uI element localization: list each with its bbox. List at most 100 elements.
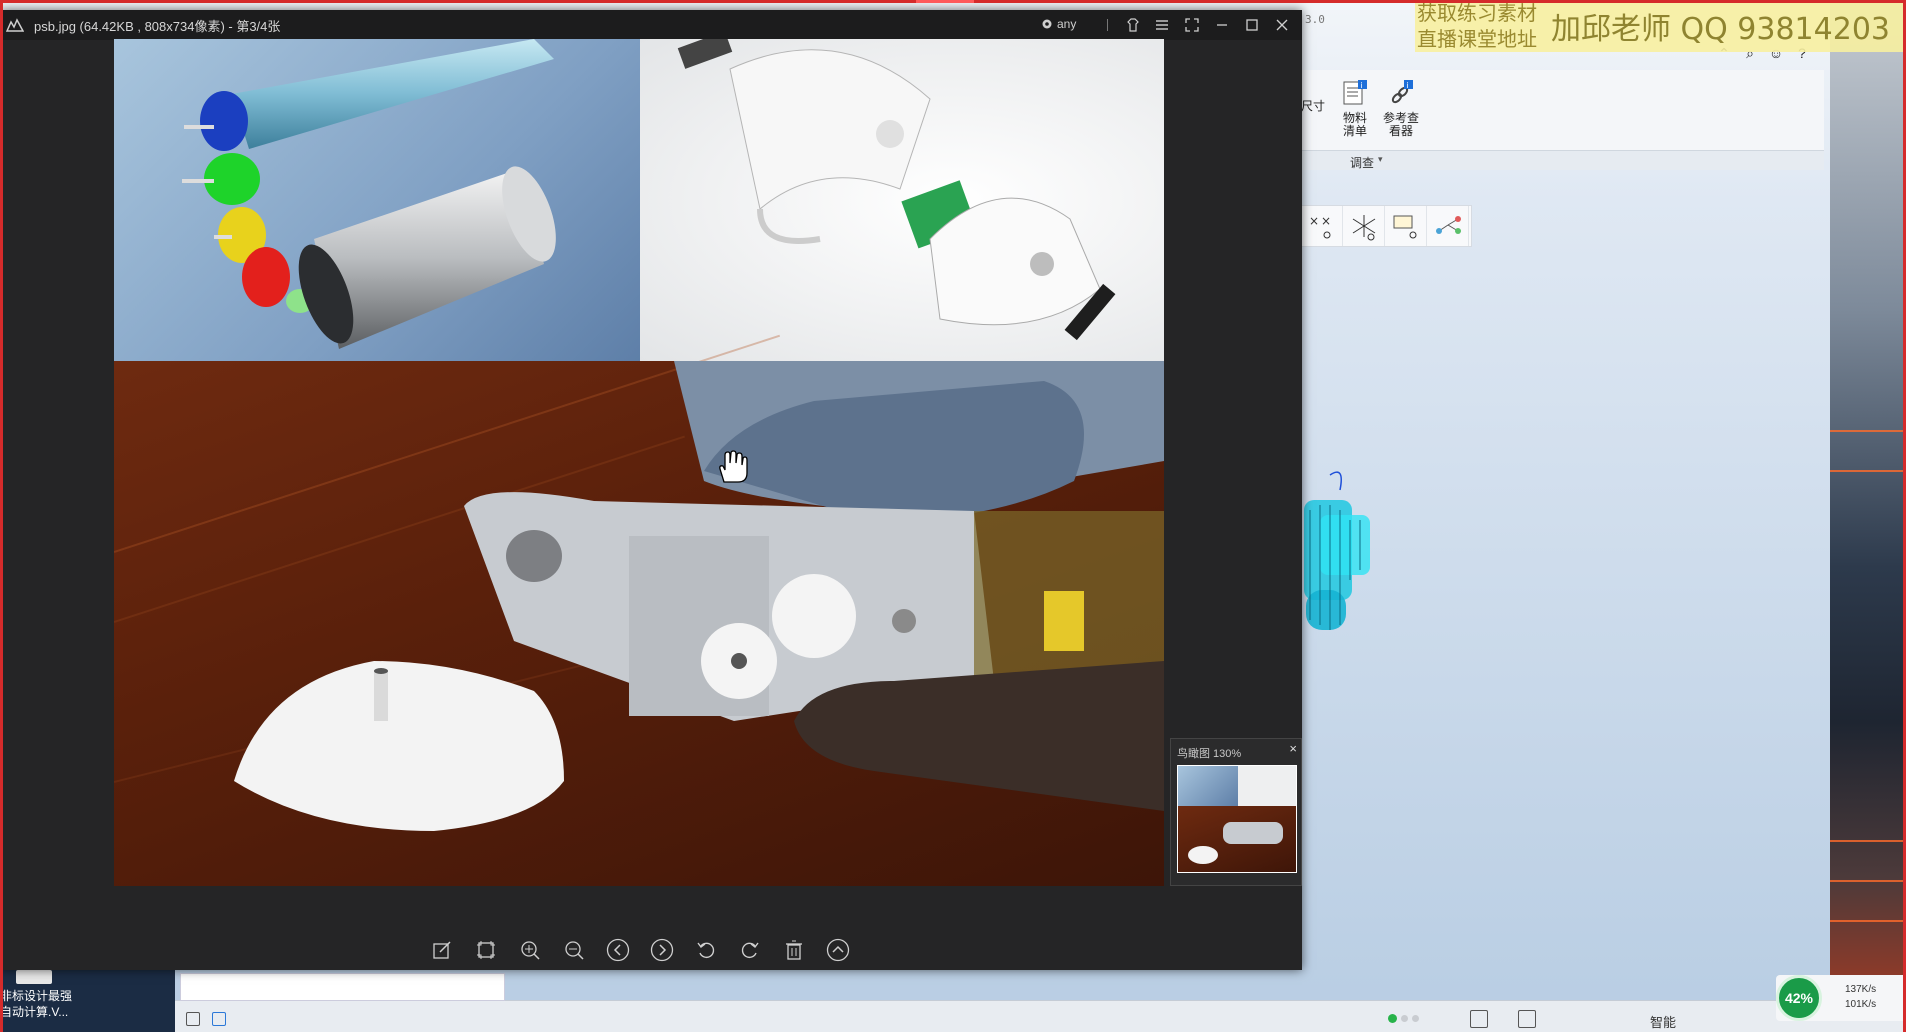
cad-tree-panel <box>180 973 505 1001</box>
reference-viewer-button[interactable]: i 参考查 看器 <box>1378 80 1424 138</box>
chain-link-icon: i <box>1388 80 1414 108</box>
next-image-button[interactable] <box>650 938 674 962</box>
cad-version-label: 3.0 <box>1305 13 1325 26</box>
annotation-icon <box>1393 215 1416 239</box>
dimension-label: 尺寸 <box>1300 99 1325 113</box>
smart-filter-label[interactable]: 智能 <box>1650 1012 1676 1031</box>
minimize-icon <box>1217 24 1227 26</box>
watermark-line2: 直播课堂地址 <box>1417 27 1537 51</box>
svg-text:i: i <box>1407 81 1409 90</box>
network-upload-speed: 137K/s <box>1845 984 1877 995</box>
binoculars-icon[interactable] <box>1470 1010 1488 1028</box>
robot-shell-render <box>640 39 1164 361</box>
titlebar-divider <box>1107 19 1108 31</box>
screen-border-left <box>0 0 3 1032</box>
rotate-right-button[interactable] <box>738 938 762 962</box>
chevron-right-icon <box>650 938 674 962</box>
chevron-left-icon <box>606 938 630 962</box>
watermark-line1: 获取练习素材 <box>1417 1 1537 25</box>
coordinate-system-button[interactable] <box>1343 206 1385 246</box>
point-display-button[interactable] <box>1427 206 1469 246</box>
annotation-display-button[interactable] <box>1385 206 1427 246</box>
close-button[interactable] <box>1273 16 1291 34</box>
selection-filter-icon[interactable] <box>1518 1010 1536 1028</box>
navigator-title: 鸟瞰图 130% <box>1177 748 1242 760</box>
zoom-in-icon <box>521 941 540 960</box>
tree-icon[interactable] <box>186 1012 200 1026</box>
desktop-icon-label-line2: 自动计算.V... <box>0 1005 69 1019</box>
hand-cursor-icon <box>719 450 748 483</box>
csys-icon <box>1352 215 1375 241</box>
fit-frame-icon <box>477 941 495 959</box>
gear-motor-illustration <box>182 39 556 349</box>
watermark-small-text: 获取练习素材 直播课堂地址 <box>1415 0 1537 52</box>
device-photo-illustration <box>234 361 1164 831</box>
bom-button[interactable]: i 物料 清单 <box>1332 80 1378 138</box>
disassembled-device-photo <box>114 334 1164 886</box>
dimension-button[interactable]: 尺寸 <box>1298 100 1328 113</box>
viewer-file-title: psb.jpg (64.42KB , 808x734像素) - 第3/4张 <box>34 18 281 34</box>
robot-shell-illustration <box>677 39 1116 341</box>
shirt-icon <box>1127 18 1139 32</box>
viewer-toolbar <box>430 935 870 965</box>
svg-text:×: × <box>1321 214 1331 228</box>
screen-marker <box>916 0 974 3</box>
delete-button[interactable] <box>782 938 806 962</box>
maximize-icon <box>1246 19 1258 31</box>
cad-status-bar <box>0 1000 1906 1032</box>
maximize-button[interactable] <box>1243 16 1261 34</box>
cad-model-part <box>1304 471 1370 630</box>
edit-button[interactable] <box>430 938 454 962</box>
zoom-out-icon <box>565 941 584 960</box>
watermark-main: 加邱老师 QQ 93814203 <box>1551 12 1890 47</box>
desktop-icon-label-line1: 非标设计最强 <box>0 989 73 1003</box>
expand-icon <box>1185 18 1199 32</box>
desktop-wallpaper-strip <box>1830 0 1906 1032</box>
chevron-up-icon <box>826 938 850 962</box>
navigator-close-icon[interactable]: × <box>1289 741 1297 756</box>
rotate-left-icon <box>697 942 715 959</box>
points-icon <box>1435 216 1461 234</box>
svg-text:×: × <box>1309 214 1319 228</box>
zoom-in-button[interactable] <box>518 938 542 962</box>
previous-image-button[interactable] <box>606 938 630 962</box>
viewer-any-menu[interactable]: any <box>1041 17 1076 31</box>
navigator-thumbnail[interactable] <box>1177 765 1297 873</box>
zoom-out-button[interactable] <box>562 938 586 962</box>
globe-icon[interactable] <box>212 1012 226 1026</box>
rotate-left-button[interactable] <box>694 938 718 962</box>
ribbon-group-bar: 调查 ▾ <box>1300 150 1824 170</box>
rotate-right-icon <box>741 942 759 959</box>
skin-button[interactable] <box>1124 16 1142 34</box>
image-viewer-window: psb.jpg (64.42KB , 808x734像素) - 第3/4张 an… <box>0 10 1302 970</box>
bom-label: 物料 清单 <box>1342 111 1367 138</box>
network-percent[interactable]: 42% <box>1776 975 1822 1021</box>
hide-axes-button[interactable]: × × <box>1301 206 1343 246</box>
image-canvas[interactable] <box>114 39 1164 886</box>
viewer-logo-icon <box>6 18 24 32</box>
more-options-button[interactable] <box>826 938 850 962</box>
fullscreen-button[interactable] <box>1183 16 1201 34</box>
axis-hide-icon: × × <box>1309 214 1331 239</box>
viewer-any-label: any <box>1057 17 1077 31</box>
reference-viewer-label: 参考查 看器 <box>1382 111 1419 138</box>
desktop-app-icon[interactable] <box>16 970 52 984</box>
svg-text:i: i <box>1361 81 1363 90</box>
menu-button[interactable] <box>1153 16 1171 34</box>
close-icon <box>1276 19 1288 31</box>
bom-icon: i <box>1342 80 1368 108</box>
cad-display-toolbar: × × <box>1300 205 1472 247</box>
status-indicator <box>1388 1014 1419 1023</box>
edit-icon <box>433 941 451 959</box>
chevron-down-icon[interactable]: ▾ <box>1378 154 1383 165</box>
gear-icon <box>1042 19 1052 29</box>
network-download-speed: 101K/s <box>1845 999 1877 1010</box>
actual-size-button[interactable] <box>474 938 498 962</box>
ribbon-group-label: 调查 <box>1350 156 1375 170</box>
thumbnail-navigator: 鸟瞰图 130% × <box>1170 738 1302 886</box>
minimize-button[interactable] <box>1213 16 1231 34</box>
hamburger-icon <box>1156 20 1168 30</box>
watermark-banner: 获取练习素材 直播课堂地址 加邱老师 QQ 93814203 <box>1415 0 1906 52</box>
desktop-icon-label[interactable]: 非标设计最强 自动计算.V... <box>0 988 72 1020</box>
trash-icon <box>786 940 802 960</box>
